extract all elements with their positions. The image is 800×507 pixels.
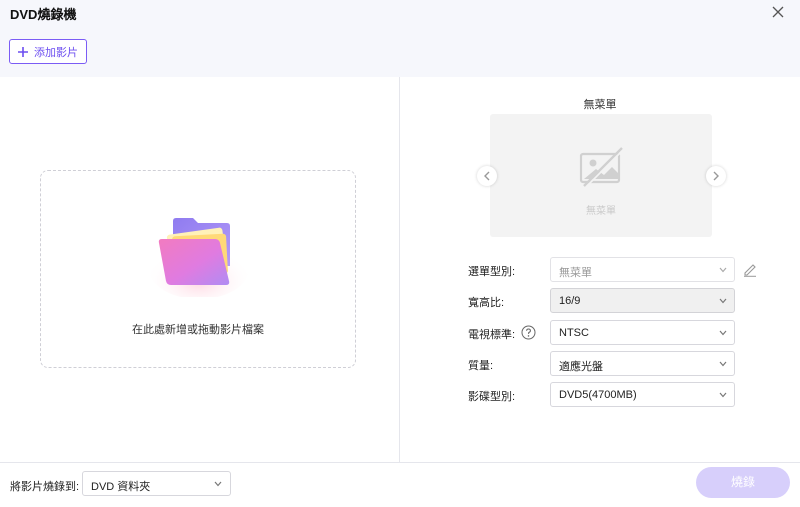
chevron-down-icon	[719, 267, 727, 273]
drop-zone[interactable]: 在此處新增或拖動影片檔案	[40, 170, 356, 368]
edit-icon[interactable]	[742, 261, 758, 277]
settings-panel: 無菜單 無菜單 選單型別: 無菜單 寬高比: 16/9 電視標準: NTSC 質…	[400, 77, 800, 462]
disc-type-row: 影碟型別: DVD5(4700MB)	[400, 382, 800, 407]
menu-type-value: 無菜單	[559, 267, 592, 279]
disc-type-value: DVD5(4700MB)	[559, 389, 637, 401]
previous-menu-button[interactable]	[477, 166, 497, 186]
burn-to-label: 將影片燒錄到:	[10, 481, 80, 493]
add-video-label: 添加影片	[34, 46, 78, 59]
burn-to-value: DVD 資料夾	[91, 481, 151, 493]
tv-standard-value: NTSC	[559, 327, 589, 339]
tv-standard-select[interactable]: NTSC	[550, 320, 735, 345]
tv-standard-row: 電視標準: NTSC	[400, 320, 800, 345]
preview-placeholder-text: 無菜單	[586, 206, 616, 217]
menu-template-title: 無菜單	[583, 99, 617, 111]
next-menu-button[interactable]	[706, 166, 726, 186]
footer: 將影片燒錄到: DVD 資料夾 燒錄	[0, 463, 800, 507]
aspect-ratio-row: 寬高比: 16/9	[400, 288, 800, 313]
quality-select[interactable]: 適應光盤	[550, 351, 735, 376]
chevron-down-icon	[719, 298, 727, 304]
menu-type-label: 選單型別:	[468, 266, 516, 278]
burn-to-select[interactable]: DVD 資料夾	[82, 471, 231, 496]
quality-label: 質量:	[468, 360, 494, 372]
aspect-ratio-value: 16/9	[559, 295, 581, 307]
chevron-down-icon	[719, 392, 727, 398]
chevron-down-icon	[719, 330, 727, 336]
menu-preview: 無菜單	[490, 114, 712, 237]
video-list-panel: 在此處新增或拖動影片檔案	[0, 77, 400, 462]
chevron-down-icon	[719, 361, 727, 367]
aspect-ratio-select[interactable]: 16/9	[550, 288, 735, 313]
window-title: DVD燒錄機	[10, 7, 77, 22]
disc-type-label: 影碟型別:	[468, 391, 516, 403]
burn-button[interactable]: 燒錄	[696, 467, 790, 498]
drop-zone-text: 在此處新增或拖動影片檔案	[132, 324, 264, 336]
chevron-right-icon	[713, 171, 719, 181]
folder-icon	[149, 218, 249, 297]
chevron-down-icon	[214, 481, 222, 487]
menu-type-select[interactable]: 無菜單	[550, 257, 735, 282]
menu-type-row: 選單型別: 無菜單	[400, 257, 800, 282]
aspect-ratio-label: 寬高比:	[468, 297, 505, 309]
header: DVD燒錄機 添加影片	[0, 0, 800, 77]
no-image-icon	[579, 147, 625, 188]
add-video-button[interactable]: 添加影片	[9, 39, 87, 64]
close-icon[interactable]	[770, 4, 786, 20]
help-icon[interactable]	[521, 325, 536, 340]
tv-standard-label: 電視標準:	[468, 329, 516, 341]
disc-type-select[interactable]: DVD5(4700MB)	[550, 382, 735, 407]
plus-icon	[18, 46, 28, 57]
quality-row: 質量: 適應光盤	[400, 351, 800, 376]
dvd-burner-window: DVD燒錄機 添加影片 在此處新增或拖動影片檔案 無菜單 無菜單 選單型別: 無…	[0, 0, 800, 507]
chevron-left-icon	[484, 171, 490, 181]
quality-value: 適應光盤	[559, 361, 603, 373]
